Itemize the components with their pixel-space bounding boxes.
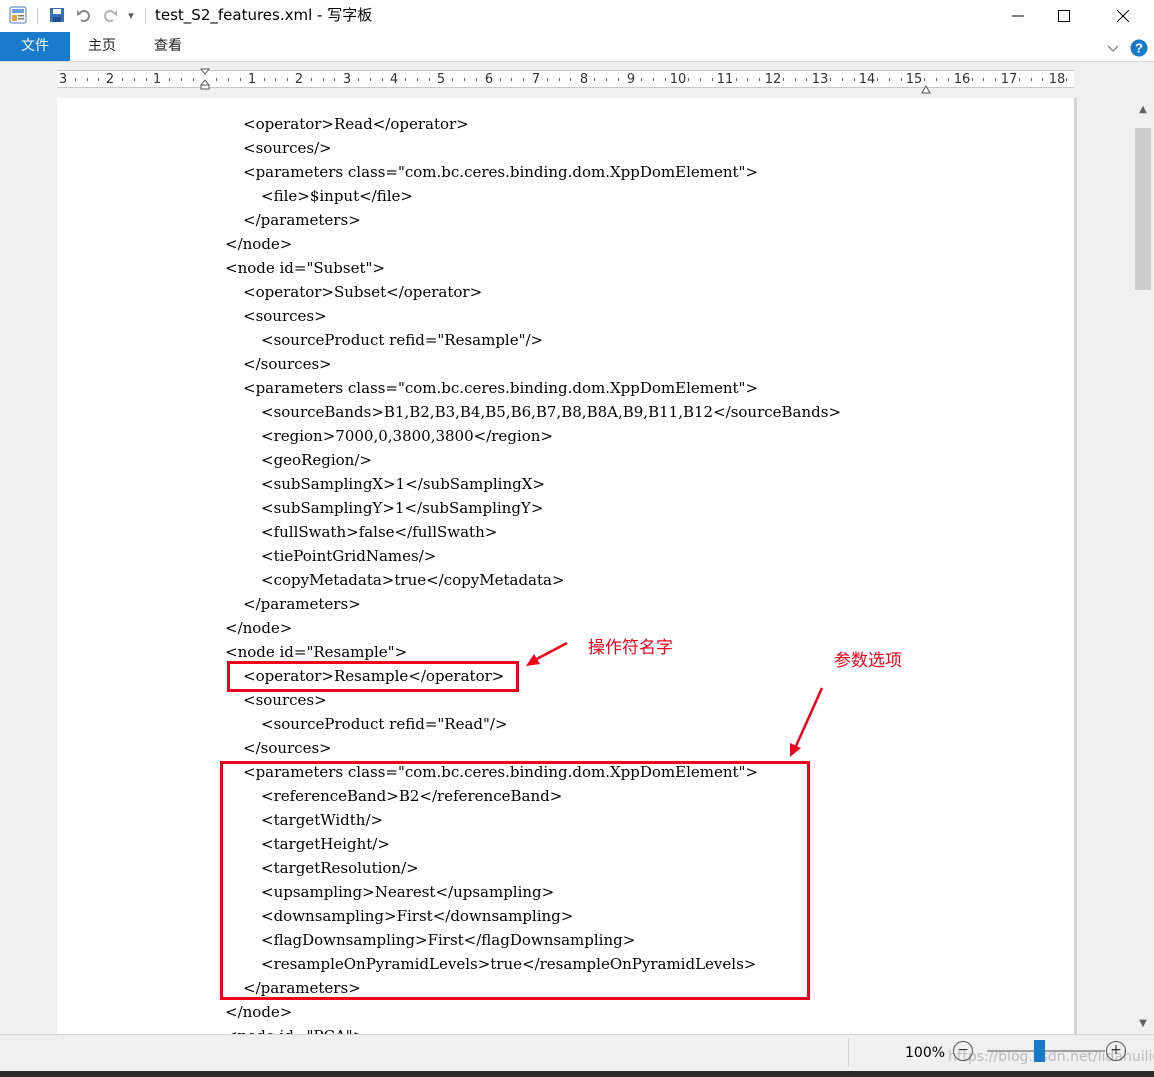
arrow-to-operator <box>526 641 568 666</box>
statusbar-separator <box>848 1039 849 1067</box>
zoom-slider-thumb[interactable] <box>1034 1040 1045 1062</box>
annotation-arrows <box>526 641 824 757</box>
zoom-out-button[interactable]: − <box>953 1041 973 1061</box>
window-bottom-edge <box>0 1071 1154 1077</box>
status-bar: https://blog.csdn.net/lidahuilidahui 100… <box>0 1034 1154 1071</box>
zoom-slider-track[interactable] <box>987 1050 1105 1052</box>
zoom-level: 100% <box>905 1045 946 1061</box>
zoom-in-button[interactable]: + <box>1106 1041 1126 1061</box>
arrow-to-parameters <box>790 687 824 757</box>
